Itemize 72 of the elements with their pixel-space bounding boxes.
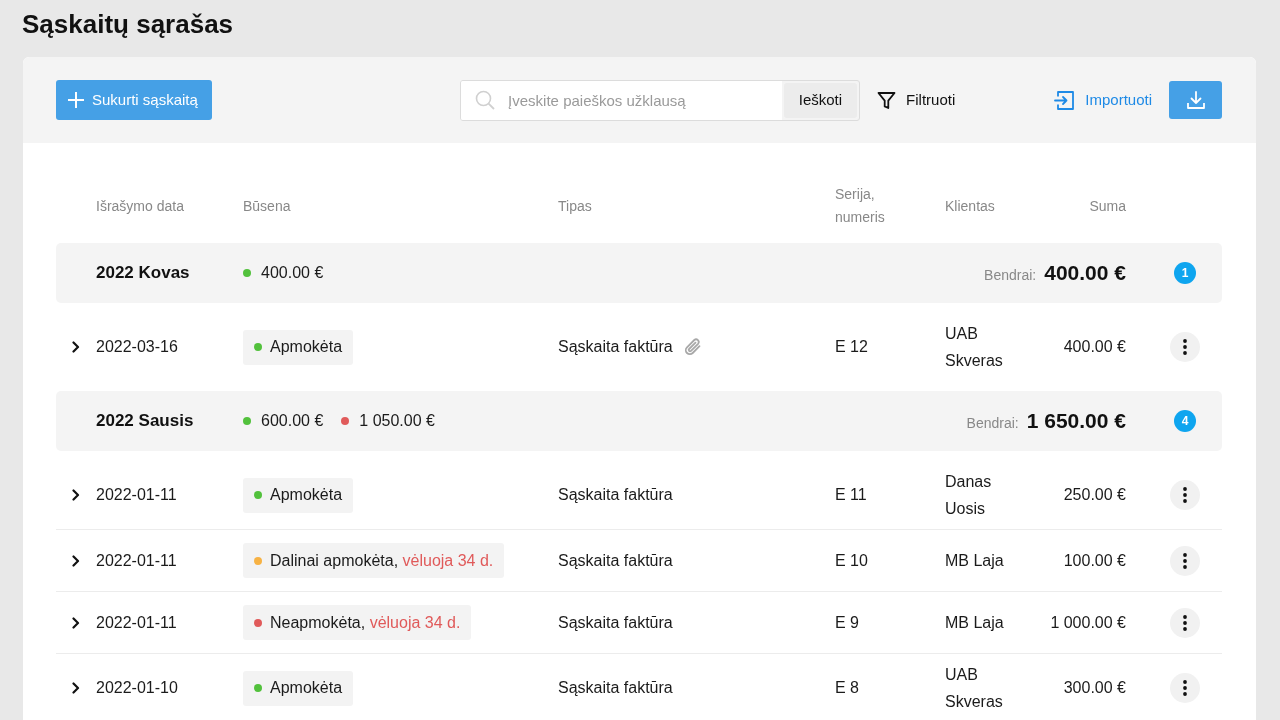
group-sum: 400.00 € — [261, 263, 324, 283]
page-title: Sąskaitų sąrašas — [22, 8, 235, 41]
invoice-date: 2022-01-11 — [96, 485, 178, 505]
chevron-icon[interactable] — [72, 682, 80, 694]
more-icon — [1183, 614, 1187, 631]
invoice-number: E 11 — [835, 485, 868, 505]
more-button[interactable] — [1170, 673, 1200, 703]
more-button[interactable] — [1170, 607, 1200, 638]
more-button[interactable] — [1170, 480, 1200, 510]
group-sum: 600.00 € — [261, 411, 324, 431]
status-text: Apmokėta — [270, 337, 343, 357]
search-field[interactable]: Įveskite paieškos užklausą — [461, 80, 782, 120]
chevron-icon[interactable] — [72, 616, 80, 629]
group-total: 1 650.00 € — [1026, 408, 1126, 435]
column-header: Suma — [1089, 196, 1126, 216]
group-sum: 1 050.00 € — [359, 411, 435, 431]
invoice-type: Sąskaita faktūra — [558, 678, 673, 698]
client-name: UAB Skveras — [945, 324, 1004, 371]
more-icon — [1183, 487, 1187, 503]
search-icon — [475, 89, 496, 110]
column-header: Būsena — [243, 196, 292, 216]
invoice-amount: 400.00 € — [1063, 337, 1126, 357]
group-title: 2022 Sausis — [96, 410, 195, 433]
search-button[interactable]: Ieškoti — [783, 82, 858, 118]
total-label: Bendrai: — [984, 266, 1037, 286]
client-name: MB Laja — [945, 613, 1005, 633]
column-header: Serija, numeris — [835, 185, 886, 227]
status-text: Apmokėta — [270, 678, 343, 698]
more-icon — [1183, 552, 1187, 569]
invoice-type: Sąskaita faktūra — [558, 550, 673, 571]
invoice-amount: 250.00 € — [1063, 485, 1126, 505]
column-header: Klientas — [945, 196, 996, 216]
status-text: Dalinai apmokėta, vėluoja 34 d. — [270, 550, 494, 571]
invoice-date: 2022-03-16 — [96, 337, 179, 357]
invoice-date: 2022-01-11 — [96, 550, 178, 571]
invoice-date: 2022-01-11 — [96, 612, 178, 633]
plus-icon — [68, 92, 84, 108]
more-icon — [1183, 339, 1187, 355]
more-button[interactable] — [1170, 545, 1200, 576]
invoice-type: Sąskaita faktūra — [558, 612, 673, 633]
chevron-icon[interactable] — [72, 554, 80, 567]
chevron-icon[interactable] — [72, 341, 80, 353]
invoice-amount: 300.00 € — [1063, 678, 1126, 698]
status-text: Apmokėta — [270, 485, 343, 505]
count-badge: 1 — [1174, 262, 1196, 284]
invoice-number: E 8 — [835, 678, 860, 698]
client-name: Danas Uosis — [945, 472, 993, 519]
invoice-amount: 100.00 € — [1063, 550, 1126, 571]
group-total: 400.00 € — [1044, 260, 1126, 287]
status-text: Neapmokėta, vėluoja 34 d. — [270, 612, 461, 633]
more-button[interactable] — [1170, 332, 1200, 362]
group-title: 2022 Kovas — [96, 262, 191, 285]
filter-button[interactable]: Filtruoti — [877, 88, 956, 112]
invoice-number: E 12 — [835, 337, 869, 357]
count-badge: 4 — [1174, 410, 1196, 432]
import-icon — [1054, 89, 1076, 111]
column-header: Išrašymo data — [96, 196, 185, 216]
invoice-type: Sąskaita faktūra — [558, 485, 673, 505]
invoice-amount: 1 000.00 € — [1050, 612, 1126, 633]
filter-icon — [877, 90, 897, 110]
invoice-date: 2022-01-10 — [96, 678, 179, 698]
total-label: Bendrai: — [966, 414, 1019, 434]
column-header: Tipas — [558, 196, 593, 216]
client-name: UAB Skveras — [945, 665, 1004, 712]
chevron-icon[interactable] — [72, 489, 80, 501]
download-button[interactable] — [1169, 81, 1222, 119]
client-name: MB Laja — [945, 551, 1005, 571]
download-icon — [1185, 90, 1206, 110]
invoice-number: E 9 — [835, 612, 860, 633]
invoice-type: Sąskaita faktūra — [558, 337, 673, 357]
invoice-number: E 10 — [835, 550, 869, 571]
more-icon — [1183, 680, 1187, 696]
